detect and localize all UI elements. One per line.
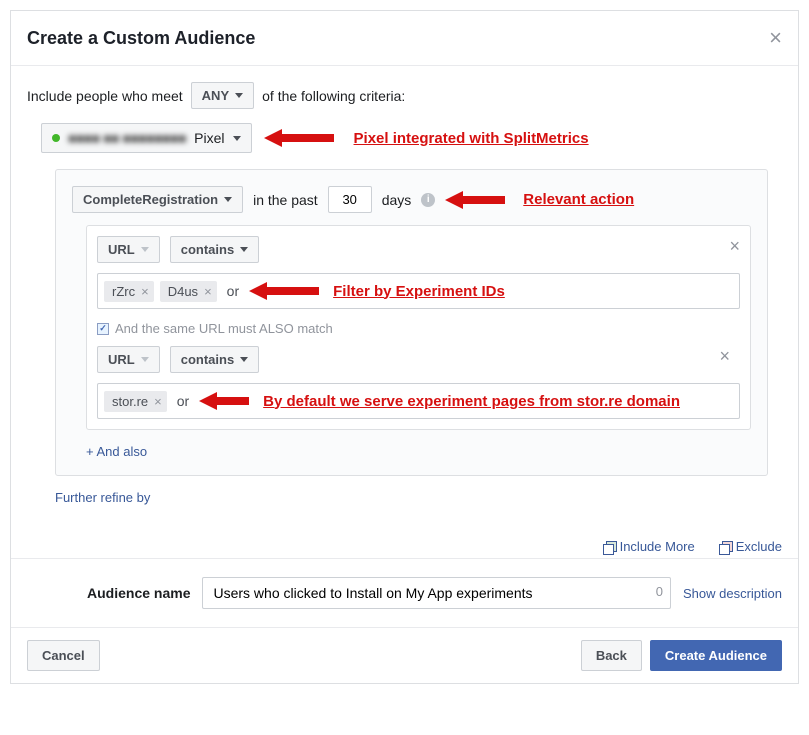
event-prefix: in the past	[253, 192, 318, 208]
filter-sub-2: × URL contains stor.re	[97, 346, 740, 419]
audience-name-label: Audience name	[87, 585, 190, 601]
right-buttons: Back Create Audience	[581, 640, 782, 671]
caret-down-icon	[240, 247, 248, 252]
filter-chips-1[interactable]: rZrc × D4us × or Filter by Experiment ID…	[97, 273, 740, 309]
also-match-row: ✓ And the same URL must ALSO match	[97, 321, 740, 336]
also-match-text: And the same URL must ALSO match	[115, 321, 333, 336]
criteria-mode-dropdown[interactable]: ANY	[191, 82, 254, 109]
audience-name-input[interactable]	[202, 577, 671, 609]
arrow-left-icon	[445, 189, 505, 211]
chip: D4us ×	[160, 281, 217, 302]
status-dot-icon	[52, 134, 60, 142]
annotation-action: Relevant action	[523, 191, 634, 208]
filter-op-label: contains	[181, 242, 234, 257]
filter-field-label: URL	[108, 352, 135, 367]
exclude-icon	[719, 541, 731, 553]
filter-chips-2[interactable]: stor.re × or By default we serve experim…	[97, 383, 740, 419]
delete-filter-icon[interactable]: ×	[719, 346, 730, 367]
include-more-link[interactable]: Include More	[603, 539, 695, 554]
annotation-filter1: Filter by Experiment IDs	[333, 283, 505, 300]
event-action-dropdown[interactable]: CompleteRegistration	[72, 186, 243, 213]
filter-field-label: URL	[108, 242, 135, 257]
annotation-filter2: By default we serve experiment pages fro…	[263, 393, 680, 410]
modal-title: Create a Custom Audience	[27, 28, 255, 49]
delete-filter-icon[interactable]: ×	[729, 236, 740, 257]
or-text: or	[223, 283, 243, 299]
chip: rZrc ×	[104, 281, 154, 302]
chip-remove-icon[interactable]: ×	[204, 284, 212, 299]
filter-op-label: contains	[181, 352, 234, 367]
exclude-label: Exclude	[736, 539, 782, 554]
criteria-line: Include people who meet ANY of the follo…	[27, 82, 782, 109]
arrow-left-icon	[249, 280, 319, 302]
create-audience-modal: Create a Custom Audience × Include peopl…	[10, 10, 799, 684]
arrow-left-icon	[264, 127, 334, 149]
filter-header-2: URL contains	[97, 346, 740, 373]
filter-field-dropdown[interactable]: URL	[97, 346, 160, 373]
button-footer: Cancel Back Create Audience	[11, 627, 798, 683]
name-input-wrap: 0	[202, 577, 671, 609]
caret-down-icon	[235, 93, 243, 98]
info-icon[interactable]: i	[421, 193, 435, 207]
audience-name-section: Audience name 0 Show description	[11, 558, 798, 627]
show-description-link[interactable]: Show description	[683, 586, 782, 601]
chip: stor.re ×	[104, 391, 167, 412]
event-rule-box: CompleteRegistration in the past days i …	[55, 169, 768, 476]
arrow-left-icon	[199, 390, 249, 412]
criteria-prefix: Include people who meet	[27, 88, 183, 104]
caret-down-icon	[141, 247, 149, 252]
filter-box-1: × URL contains rZrc ×	[86, 225, 751, 430]
caret-down-icon	[224, 197, 232, 202]
days-input[interactable]	[328, 186, 372, 213]
event-suffix: days	[382, 192, 412, 208]
create-audience-button[interactable]: Create Audience	[650, 640, 782, 671]
pixel-selector[interactable]: ■■■■ ■■ ■■■■■■■■ Pixel	[41, 123, 252, 153]
and-also-link[interactable]: + And also	[86, 444, 751, 459]
close-icon[interactable]: ×	[769, 25, 782, 51]
filter-field-dropdown[interactable]: URL	[97, 236, 160, 263]
chip-label: stor.re	[112, 394, 148, 409]
caret-down-icon	[240, 357, 248, 362]
or-text: or	[173, 393, 193, 409]
chip-label: D4us	[168, 284, 198, 299]
criteria-mode-label: ANY	[202, 88, 229, 103]
chip-remove-icon[interactable]: ×	[141, 284, 149, 299]
filter-op-dropdown[interactable]: contains	[170, 346, 259, 373]
char-count: 0	[656, 584, 663, 599]
pixel-row: ■■■■ ■■ ■■■■■■■■ Pixel Pixel integrated …	[41, 123, 782, 153]
chip-remove-icon[interactable]: ×	[154, 394, 162, 409]
cancel-button[interactable]: Cancel	[27, 640, 100, 671]
include-label: Include More	[620, 539, 695, 554]
filter-op-dropdown[interactable]: contains	[170, 236, 259, 263]
back-button[interactable]: Back	[581, 640, 642, 671]
pixel-suffix: Pixel	[194, 130, 224, 146]
criteria-suffix: of the following criteria:	[262, 88, 405, 104]
filter-header-1: URL contains	[97, 236, 740, 263]
event-row: CompleteRegistration in the past days i …	[72, 186, 751, 213]
exclude-link[interactable]: Exclude	[719, 539, 782, 554]
caret-down-icon	[141, 357, 149, 362]
event-action-label: CompleteRegistration	[83, 192, 218, 207]
annotation-pixel: Pixel integrated with SplitMetrics	[354, 130, 589, 147]
footer-links: Include More Exclude	[11, 525, 798, 558]
modal-body: Include people who meet ANY of the follo…	[11, 66, 798, 525]
include-icon	[603, 541, 615, 553]
check-icon: ✓	[97, 323, 109, 335]
further-refine-link[interactable]: Further refine by	[55, 490, 782, 505]
chip-label: rZrc	[112, 284, 135, 299]
caret-down-icon	[233, 136, 241, 141]
modal-header: Create a Custom Audience ×	[11, 11, 798, 66]
pixel-name-blurred: ■■■■ ■■ ■■■■■■■■	[68, 130, 186, 146]
